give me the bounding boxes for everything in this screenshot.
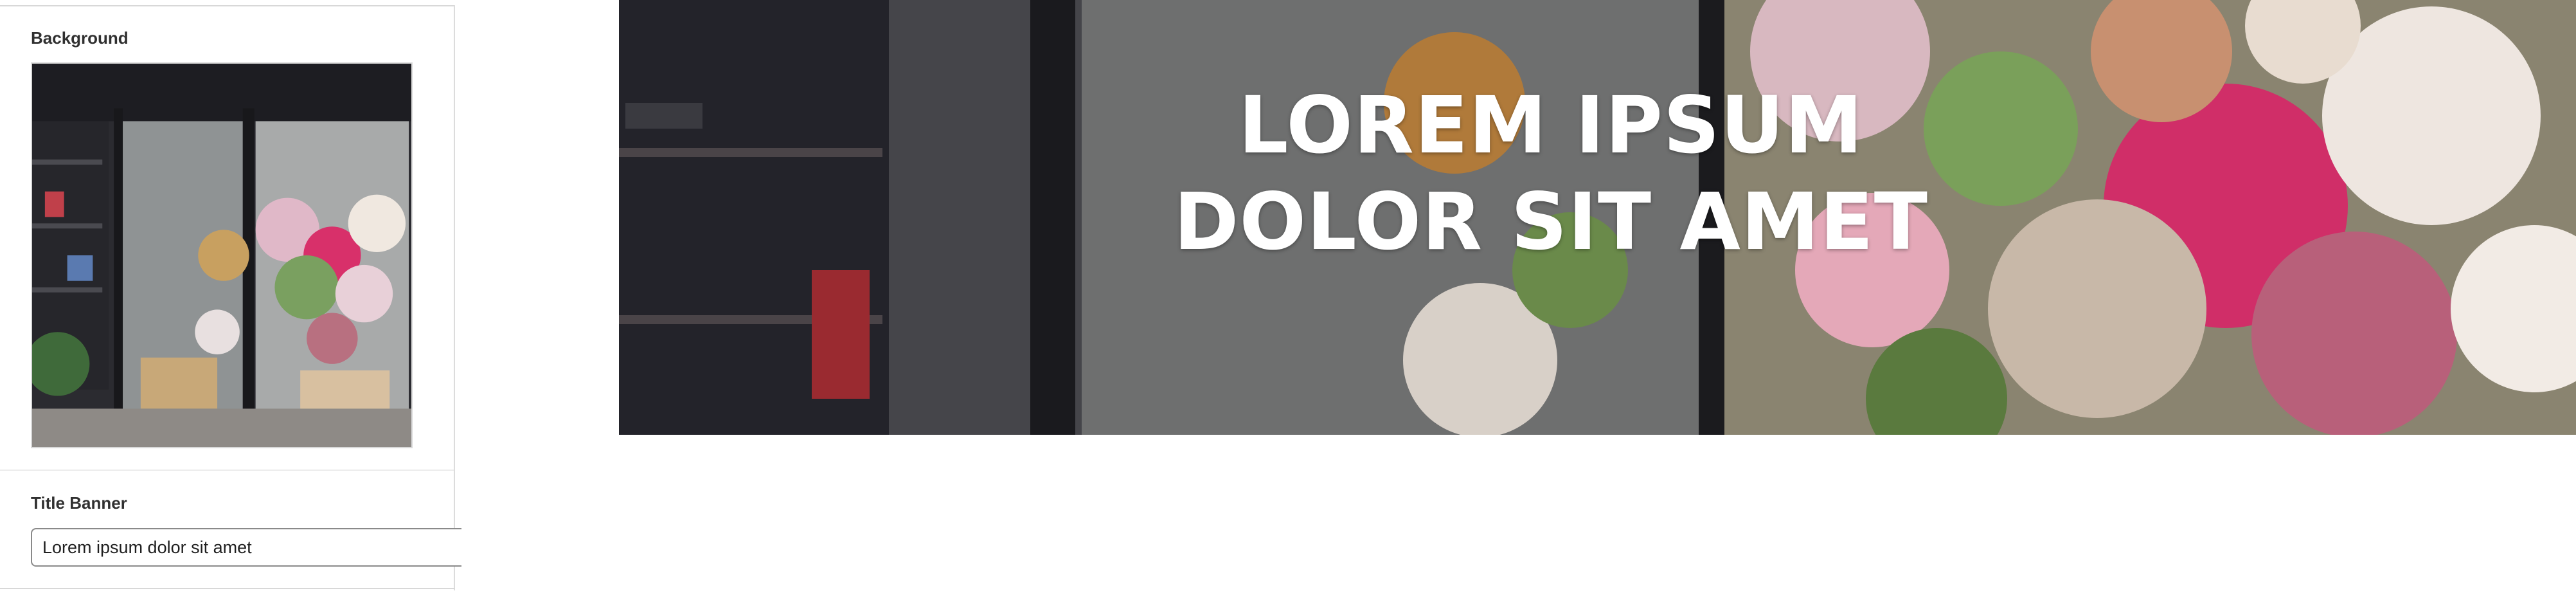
title-banner-input[interactable] bbox=[31, 528, 461, 567]
panel-border-bottom bbox=[0, 588, 455, 589]
background-label: Background bbox=[31, 28, 129, 48]
panel-border-right bbox=[454, 5, 455, 590]
section-divider bbox=[0, 470, 454, 471]
title-banner-label: Title Banner bbox=[31, 493, 127, 513]
settings-panel: Background Title Banner Lorem ipsum dolo… bbox=[0, 0, 461, 593]
banner-title: LOREM IPSUM DOLOR SIT AMET bbox=[619, 77, 2498, 270]
background-image-thumbnail[interactable] bbox=[31, 62, 413, 448]
banner-title-text: LOREM IPSUM DOLOR SIT AMET bbox=[1174, 80, 1928, 268]
panel-border-top bbox=[0, 5, 455, 6]
banner-preview: LOREM IPSUM DOLOR SIT AMET bbox=[619, 0, 2576, 435]
flower-shop-thumbnail-image bbox=[32, 64, 411, 447]
